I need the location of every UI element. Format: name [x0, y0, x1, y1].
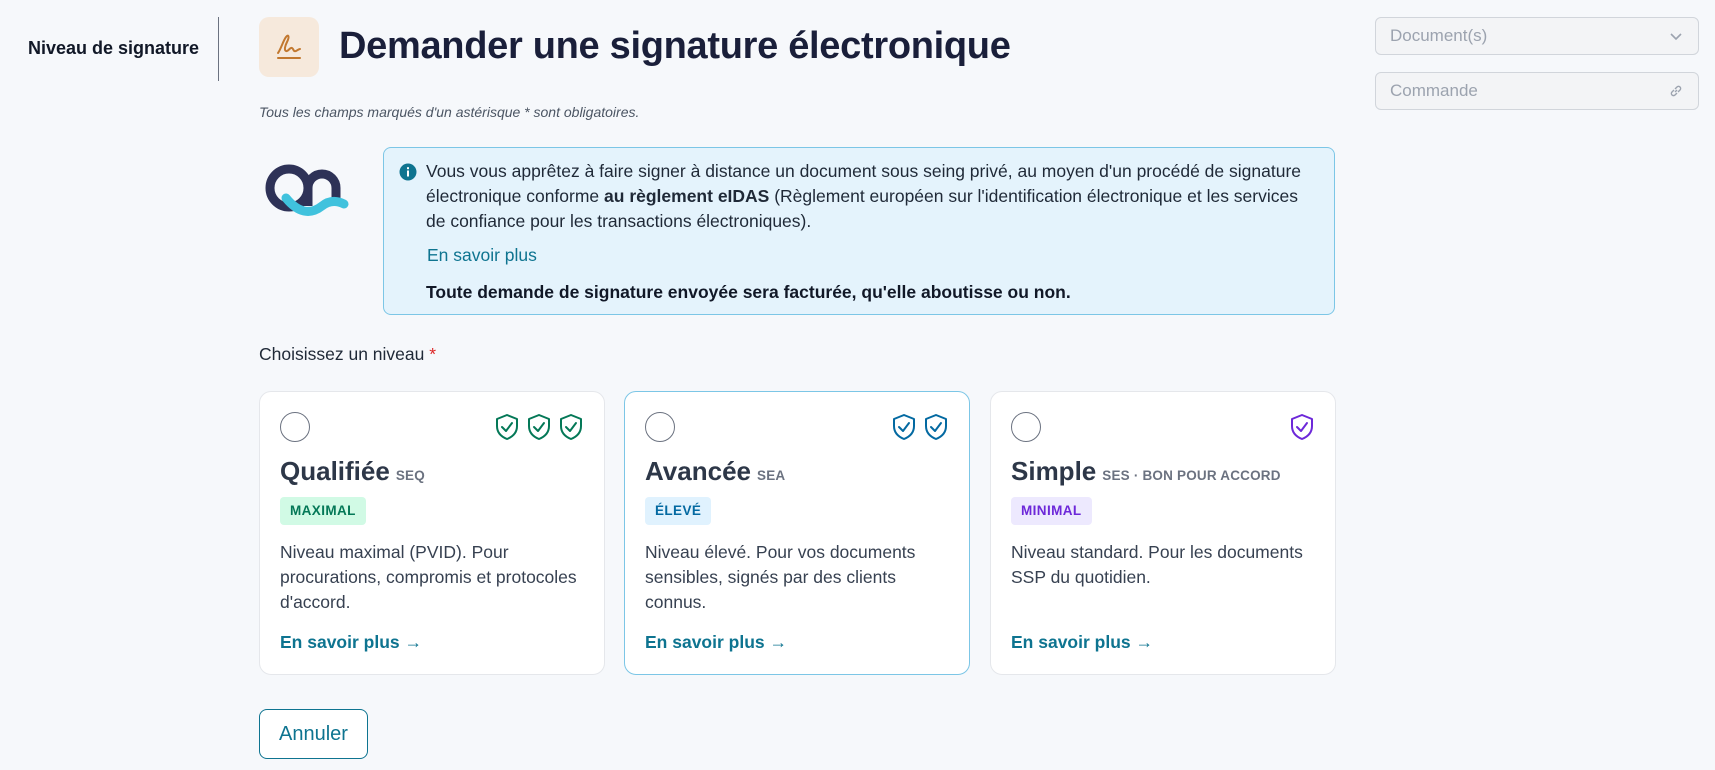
level-learn-more-link[interactable]: En savoir plus → — [645, 632, 787, 653]
level-badge: MINIMAL — [1011, 497, 1092, 525]
level-description: Niveau élevé. Pour vos documents sensibl… — [645, 542, 916, 612]
shield-check-icon — [558, 413, 584, 446]
level-name-text: Qualifiée — [280, 456, 390, 486]
shield-check-icon — [1289, 413, 1315, 446]
cancel-button[interactable]: Annuler — [259, 709, 368, 759]
step-divider — [218, 17, 219, 81]
level-card-simple[interactable]: Simple SES · BON POUR ACCORD MINIMAL Nive… — [990, 391, 1336, 675]
level-name: Simple SES · BON POUR ACCORD — [1011, 456, 1281, 487]
level-name: Qualifiée SEQ — [280, 456, 425, 487]
level-radio-qualifiee[interactable] — [280, 412, 310, 442]
level-name-text: Simple — [1011, 456, 1097, 486]
level-code: SES · BON POUR ACCORD — [1102, 468, 1281, 483]
level-radio-simple[interactable] — [1011, 412, 1041, 442]
level-code: SEQ — [395, 468, 425, 483]
level-learn-more-link[interactable]: En savoir plus → — [1011, 632, 1153, 653]
info-learn-more-link[interactable]: En savoir plus — [427, 245, 537, 266]
info-text: Vous vous apprêtez à faire signer à dist… — [426, 159, 1321, 234]
level-code: SEA — [757, 468, 786, 483]
level-learn-more-link[interactable]: En savoir plus → — [280, 632, 422, 653]
commande-input[interactable]: Commande — [1375, 72, 1699, 110]
required-mark: * — [429, 344, 437, 364]
shield-check-icon — [891, 413, 917, 446]
billing-warning: Toute demande de signature envoyée sera … — [426, 282, 1071, 302]
shields-qualifiee — [494, 413, 584, 446]
brand-logo — [262, 158, 364, 224]
level-description: Niveau standard. Pour les documents SSP … — [1011, 542, 1303, 587]
shield-check-icon — [526, 413, 552, 446]
shields-avancee — [891, 413, 949, 446]
info-text-bold: au règlement eIDAS — [604, 186, 770, 206]
level-description: Niveau maximal (PVID). Pour procurations… — [280, 542, 577, 612]
step-label: Niveau de signature — [28, 38, 200, 58]
level-name-text: Avancée — [645, 456, 751, 486]
shield-check-icon — [923, 413, 949, 446]
documents-select[interactable]: Document(s) — [1375, 17, 1699, 55]
link-icon — [1668, 83, 1684, 99]
signature-icon — [259, 17, 319, 77]
commande-placeholder: Commande — [1390, 81, 1478, 100]
level-badge: MAXIMAL — [280, 497, 366, 525]
level-label: Choisissez un niveau * — [259, 344, 436, 365]
page-title: Demander une signature électronique — [339, 25, 1011, 67]
info-icon — [399, 163, 417, 181]
shield-check-icon — [494, 413, 520, 446]
documents-placeholder: Document(s) — [1390, 26, 1488, 45]
level-card-qualifiee[interactable]: Qualifiée SEQ MAXIMAL Niveau maximal (PVI… — [259, 391, 605, 675]
level-radio-avancee[interactable] — [645, 412, 675, 442]
level-label-text: Choisissez un niveau — [259, 344, 425, 364]
level-card-avancee[interactable]: Avancée SEA ÉLEVÉ Niveau élevé. Pour vos … — [624, 391, 970, 675]
required-note: Tous les champs marqués d'un astérisque … — [259, 104, 640, 120]
chevron-down-icon — [1668, 28, 1684, 44]
level-name: Avancée SEA — [645, 456, 785, 487]
level-badge: ÉLEVÉ — [645, 497, 712, 525]
shields-simple — [1289, 413, 1315, 446]
